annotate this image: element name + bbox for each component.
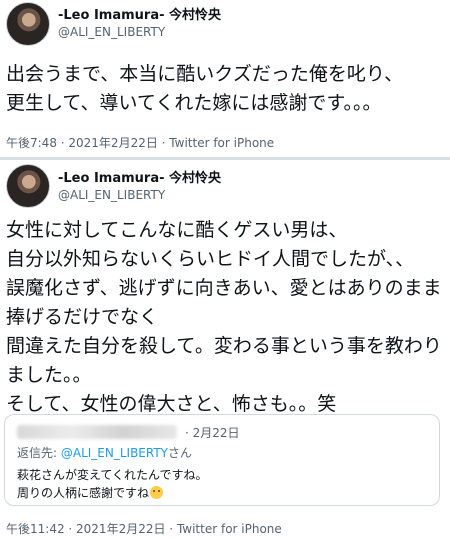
tweet-source: Twitter for iPhone [176,522,282,536]
quoted-text-block: 萩花さんが変えてくれたんですね。 周りの人柄に感謝ですね [17,466,207,502]
reply-suffix: さん [168,446,193,460]
quoted-text: 萩花さんが変えてくれたんですね。 周りの人柄に感謝ですね [17,468,208,500]
tweet-source: Twitter for iPhone [169,136,275,150]
tweet-text: 女性に対してこんなに酷くゲスい男は、 自分以外知らないくらいヒドイ人間でしたが、… [6,219,442,415]
avatar[interactable] [6,2,50,46]
tweet-2[interactable]: -Leo Imamura- 今村怜央 @ALI_EN_LIBERTY 女性に対し… [0,160,450,538]
display-name[interactable]: -Leo Imamura- 今村怜央 [58,4,221,23]
smiling-face-emoji-icon [150,486,164,499]
blurred-author-name [17,425,177,439]
user-handle[interactable]: @ALI_EN_LIBERTY [58,188,165,202]
tweet-text: 出会うまで、本当に酷いクズだった俺を叱り、 更生して、導いてくれた嫁には感謝です… [6,63,404,114]
display-name[interactable]: -Leo Imamura- 今村怜央 [58,167,221,186]
reply-prefix: 返信先: [17,446,61,460]
tweet-meta: 午後7:48 · 2021年2月22日 · Twitter for iPhone [6,136,275,150]
tweet-1[interactable]: -Leo Imamura- 今村怜央 @ALI_EN_LIBERTY 出会うまで… [0,0,450,158]
user-handle[interactable]: @ALI_EN_LIBERTY [58,25,165,39]
reply-to-line: 返信先: @ALI_EN_LIBERTYさん [17,444,192,461]
timestamp[interactable]: 午後11:42 · 2021年2月22日 [6,522,165,536]
timestamp[interactable]: 午後7:48 · 2021年2月22日 [6,136,158,150]
tweet-meta: 午後11:42 · 2021年2月22日 · Twitter for iPhon… [6,522,282,536]
quoted-tweet[interactable]: · 2月22日 返信先: @ALI_EN_LIBERTYさん 萩花さんが変えてく… [4,414,440,506]
reply-mention-link[interactable]: @ALI_EN_LIBERTY [61,446,168,460]
avatar[interactable] [6,164,50,208]
quoted-date[interactable]: · 2月22日 [185,424,240,441]
